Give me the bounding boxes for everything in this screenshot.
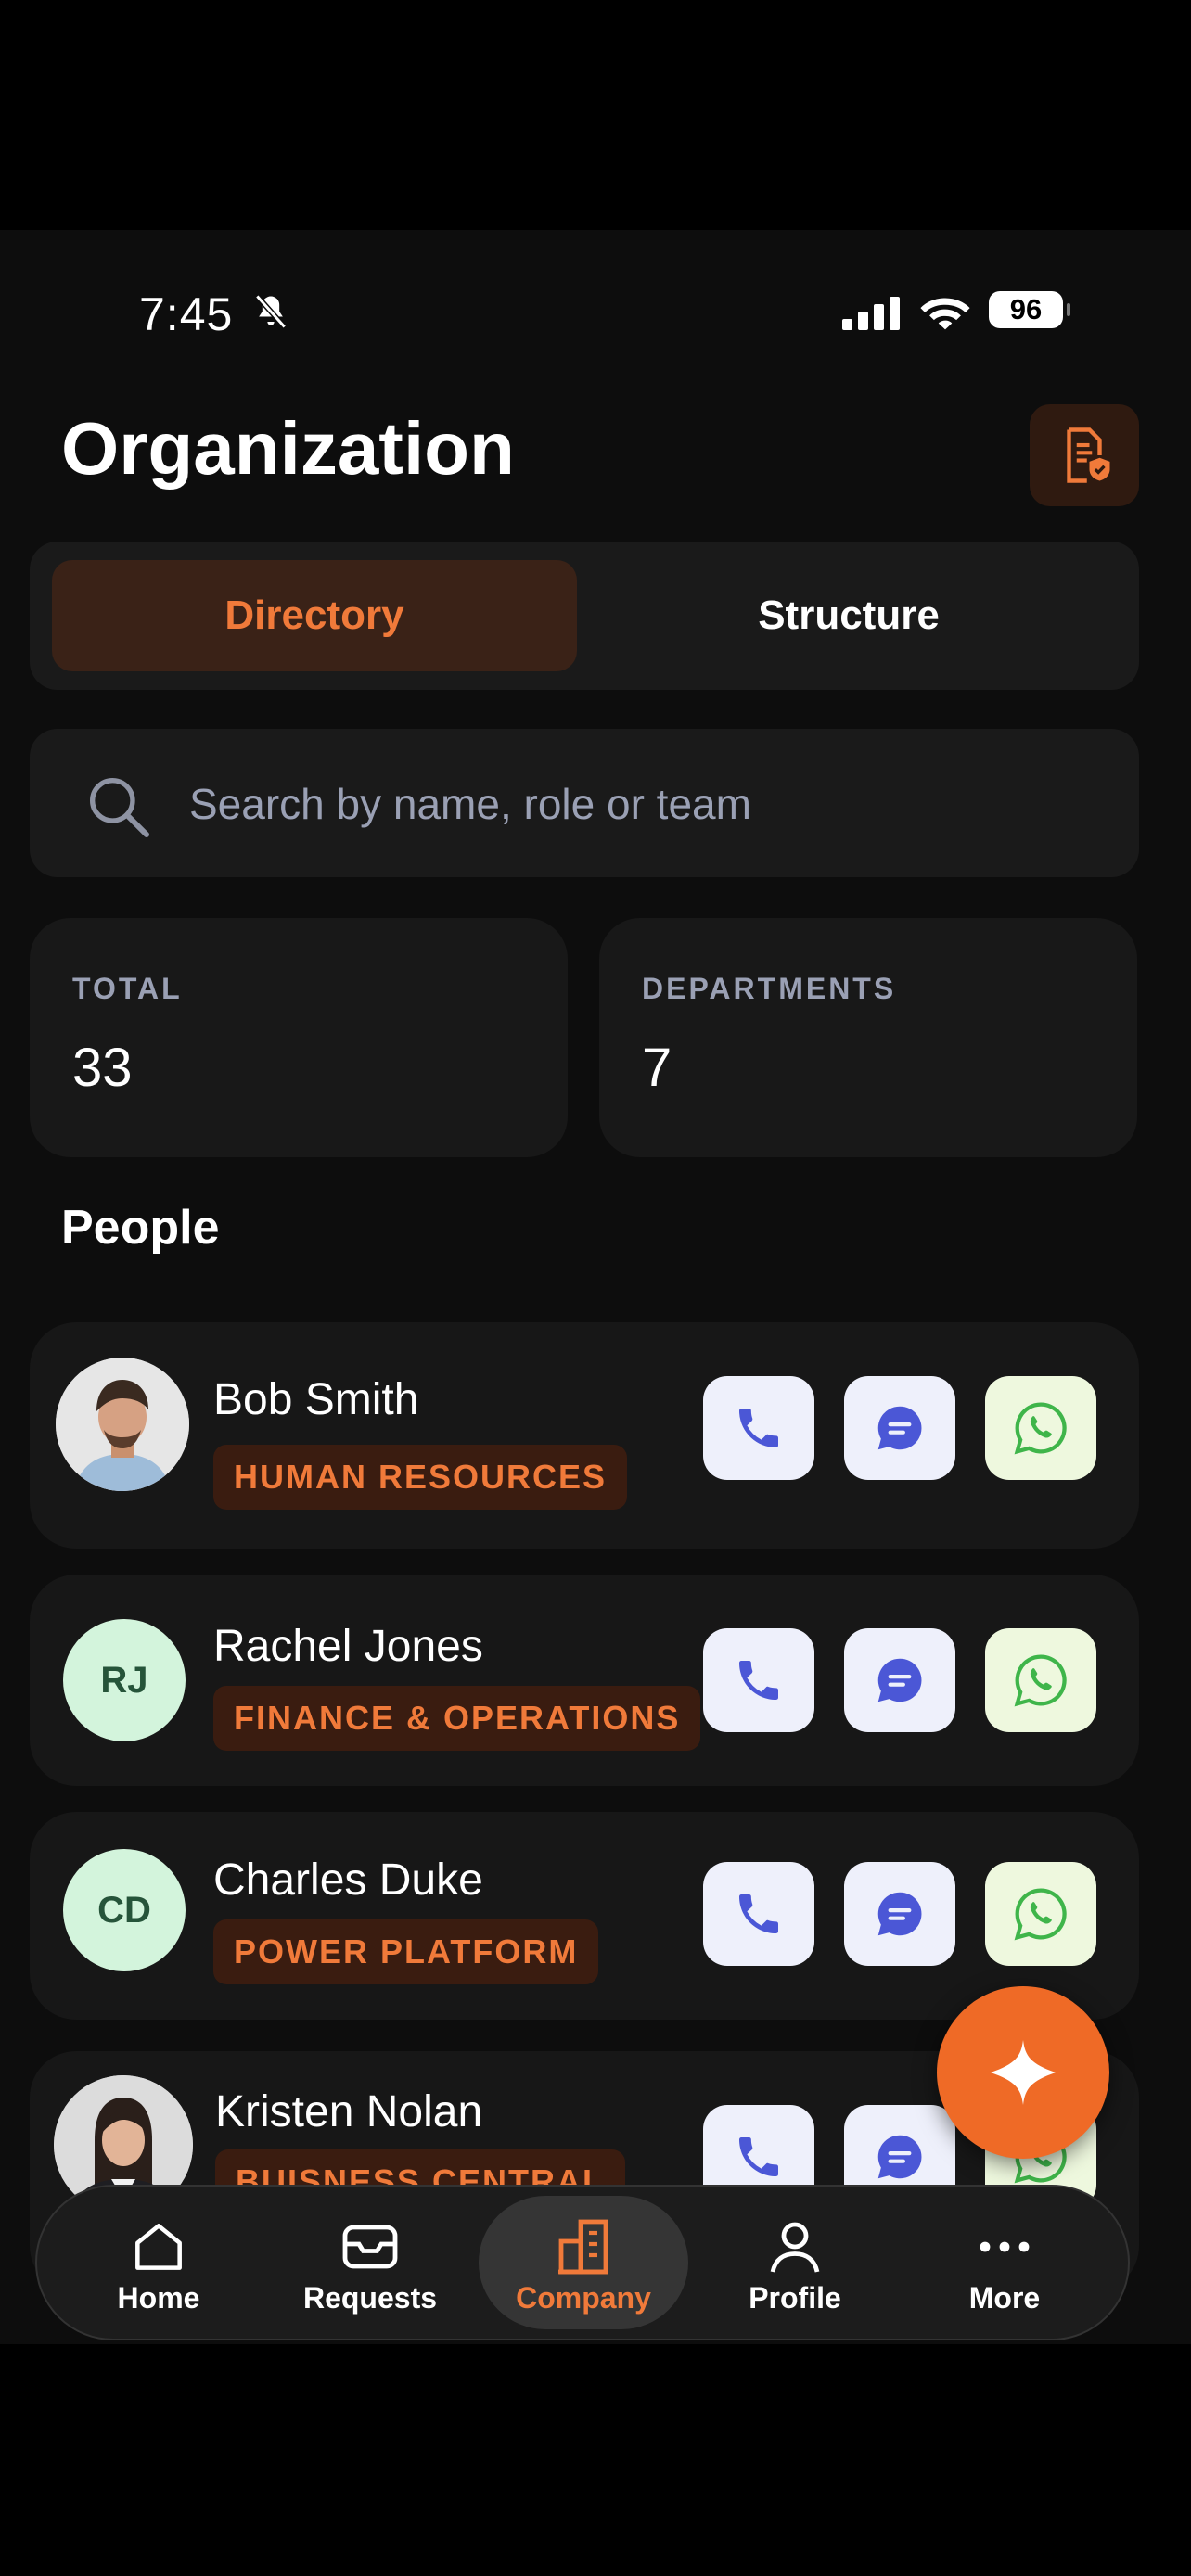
stat-card-departments: DEPARTMENTS 7 (599, 918, 1137, 1157)
search-icon (90, 778, 149, 837)
whatsapp-icon (1014, 1654, 1067, 1707)
department-badge: HUMAN RESOURCES (213, 1445, 628, 1510)
department-badge: POWER PLATFORM (213, 1919, 599, 1984)
phone-icon (739, 1894, 778, 1933)
person-name: Bob Smith (213, 1375, 419, 1424)
avatar-initials: RJ (63, 1619, 186, 1741)
nav-requests[interactable]: Requests (265, 2196, 475, 2329)
battery-icon: 96 (989, 291, 1070, 328)
search-input[interactable] (187, 770, 1100, 838)
person-card[interactable]: CD Charles Duke POWER PLATFORM (30, 1812, 1139, 2020)
person-name: Kristen Nolan (215, 2087, 483, 2136)
nav-label: More (968, 2281, 1041, 2315)
app-screen: 7:45 96 Organization Directory Structure… (0, 230, 1191, 2344)
ai-assistant-fab[interactable] (937, 1986, 1109, 2159)
message-button[interactable] (844, 1628, 955, 1732)
stat-value: 33 (72, 1038, 133, 1098)
phone-icon (739, 1661, 778, 1700)
inbox-icon (342, 2225, 398, 2269)
whatsapp-icon (1014, 1888, 1067, 1941)
message-icon (877, 1658, 922, 1702)
nav-label: Profile (749, 2281, 841, 2315)
stat-label: DEPARTMENTS (642, 972, 897, 1005)
nav-label: Requests (302, 2281, 438, 2315)
section-title: People (61, 1201, 220, 1255)
nav-label: Home (117, 2281, 200, 2315)
status-bar: 7:45 96 (0, 230, 1191, 397)
view-segmented-control: Directory Structure (30, 542, 1139, 690)
whatsapp-icon (1014, 1402, 1067, 1455)
department-badge: FINANCE & OPERATIONS (213, 1686, 701, 1751)
person-icon (770, 2222, 820, 2273)
avatar-initials: CD (63, 1849, 186, 1971)
building-icon (558, 2219, 608, 2275)
nav-profile[interactable]: Profile (690, 2196, 900, 2329)
tab-structure[interactable]: Structure (586, 560, 1111, 671)
whatsapp-button[interactable] (985, 1628, 1096, 1732)
sparkle-icon (991, 2040, 1056, 2105)
nav-home[interactable]: Home (54, 2196, 263, 2329)
bottom-tab-bar: Home Requests Company Profile More (35, 2185, 1130, 2340)
whatsapp-button[interactable] (985, 1862, 1096, 1966)
call-button[interactable] (703, 1862, 814, 1966)
person-card[interactable]: RJ Rachel Jones FINANCE & OPERATIONS (30, 1575, 1139, 1786)
message-icon (877, 2135, 922, 2179)
stat-value: 7 (642, 1038, 672, 1098)
call-button[interactable] (703, 1376, 814, 1480)
message-icon (877, 1406, 922, 1450)
nav-more[interactable]: More (900, 2196, 1109, 2329)
person-photo (56, 1358, 189, 1491)
message-icon (877, 1892, 922, 1936)
policy-document-button[interactable] (1030, 404, 1139, 506)
page-title: Organization (61, 407, 515, 490)
message-button[interactable] (844, 1862, 955, 1966)
person-card[interactable]: Bob Smith HUMAN RESOURCES (30, 1322, 1139, 1549)
more-icon (980, 2241, 1030, 2252)
nav-label: Company (516, 2281, 651, 2315)
home-icon (135, 2224, 182, 2270)
nav-company[interactable]: Company (479, 2196, 688, 2329)
message-button[interactable] (844, 1376, 955, 1480)
bell-slash-icon (255, 294, 287, 329)
stat-label: TOTAL (72, 972, 183, 1005)
phone-icon (739, 1409, 778, 1447)
status-time: 7:45 (139, 288, 234, 340)
wifi-icon (920, 298, 970, 330)
call-button[interactable] (703, 1628, 814, 1732)
signal-icon (842, 297, 900, 330)
person-name: Rachel Jones (213, 1622, 483, 1671)
search-bar (30, 729, 1139, 877)
stat-card-total: TOTAL 33 (30, 918, 568, 1157)
tab-directory[interactable]: Directory (52, 560, 577, 671)
whatsapp-button[interactable] (985, 1376, 1096, 1480)
avatar (56, 1358, 189, 1491)
person-name: Charles Duke (213, 1855, 483, 1905)
phone-icon (739, 2137, 778, 2176)
document-shield-icon (1067, 427, 1110, 483)
